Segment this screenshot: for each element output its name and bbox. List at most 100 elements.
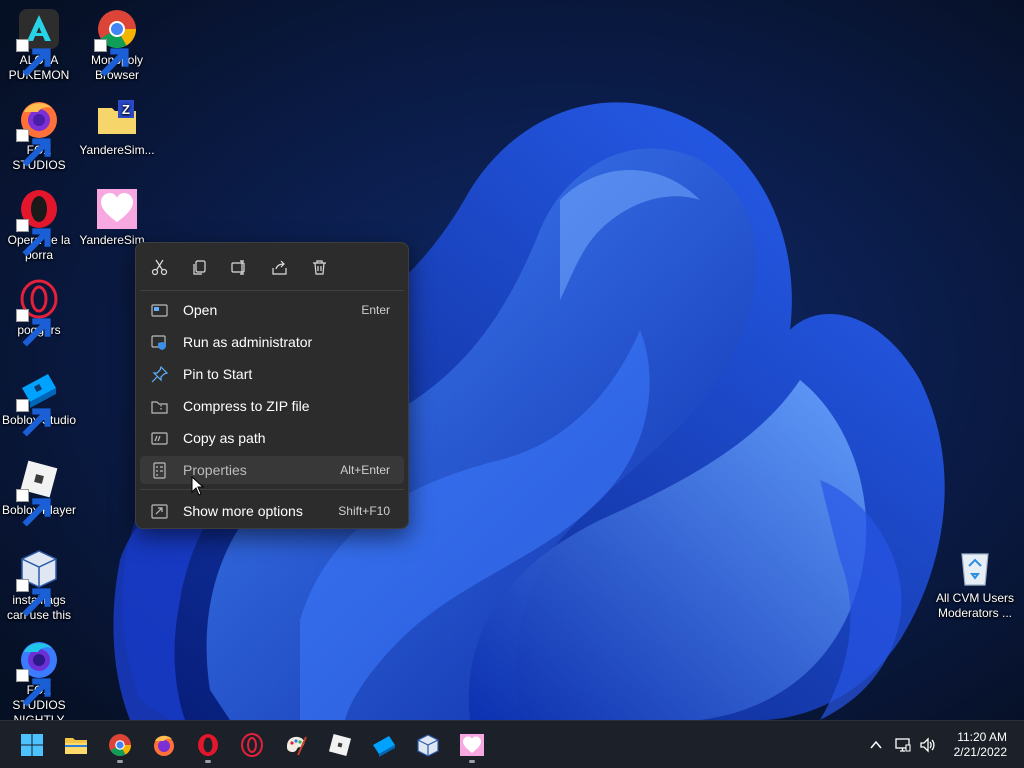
volume-icon: [920, 737, 935, 753]
roblox-player-icon: [328, 733, 352, 757]
desktop-icon-opera-de-la-porra[interactable]: Opera de la porra: [0, 188, 78, 263]
shortcut-arrow-icon: [16, 39, 51, 77]
running-indicator: [205, 760, 211, 763]
desktop-icon-fox-studios-nightly[interactable]: FOX STUDIOS NIGHTLY: [0, 638, 78, 728]
shortcut-arrow-icon: [16, 399, 51, 437]
menu-item-open[interactable]: Open Enter: [140, 296, 404, 324]
menu-separator: [140, 290, 404, 291]
menu-item-label: Pin to Start: [183, 366, 253, 382]
heart-app-icon: [460, 734, 484, 756]
delete-icon: [312, 259, 326, 275]
menu-item-shortcut: Alt+Enter: [340, 463, 390, 477]
menu-item-label: Compress to ZIP file: [183, 398, 310, 414]
taskbar-chrome[interactable]: [100, 725, 140, 765]
shortcut-arrow-icon: [16, 669, 51, 707]
clock-time: 11:20 AM: [957, 730, 1007, 744]
shortcut-arrow-icon: [16, 129, 51, 167]
taskbar-opera-gx[interactable]: [232, 725, 272, 765]
shortcut-arrow-icon: [94, 39, 129, 77]
desktop-icon-monopoly-browser[interactable]: Monopoly Browser: [78, 8, 156, 83]
taskbar-file-explorer[interactable]: [56, 725, 96, 765]
menu-item-pin-to-start[interactable]: Pin to Start: [140, 360, 404, 388]
clock[interactable]: 11:20 AM 2/21/2022: [937, 730, 1007, 760]
shortcut-arrow-icon: [16, 219, 51, 257]
show-hidden-icons-button[interactable]: [866, 735, 886, 755]
context-menu-toolbar: [136, 243, 408, 289]
menu-item-label: Show more options: [183, 503, 303, 519]
cut-icon: [151, 259, 167, 275]
desktop-icon-yandere-heart[interactable]: YandereSim...: [78, 188, 156, 248]
taskbar-roblox-player[interactable]: [320, 725, 360, 765]
firefox-icon: [154, 735, 174, 756]
menu-item-label: Copy as path: [183, 430, 266, 446]
copy-icon: [192, 259, 206, 275]
shortcut-arrow-icon: [16, 489, 51, 527]
network-tray-button[interactable]: [893, 735, 913, 755]
file-explorer-icon: [65, 738, 87, 754]
taskbar-heart-app[interactable]: [452, 725, 492, 765]
taskbar-virtualbox[interactable]: [408, 725, 448, 765]
copy-button[interactable]: [185, 255, 213, 279]
virtualbox-icon: [417, 734, 439, 757]
shortcut-arrow-icon: [16, 309, 51, 347]
zip-folder-icon: Z: [98, 100, 136, 134]
start-button[interactable]: [12, 725, 52, 765]
taskbar-opera[interactable]: [188, 725, 228, 765]
desktop-icon-fox-studios[interactable]: FOX STUDIOS: [0, 98, 78, 173]
recycle-bin-icon: [961, 553, 989, 586]
svg-text:Z: Z: [122, 102, 130, 117]
mouse-cursor-icon: [191, 476, 205, 496]
opera-icon: [198, 734, 218, 756]
taskbar-roblox-studio[interactable]: [364, 725, 404, 765]
desktop-icon-boblox-player[interactable]: Boblox Player: [0, 458, 78, 527]
more-options-icon: [150, 503, 168, 519]
taskbar-firefox[interactable]: [144, 725, 184, 765]
running-indicator: [469, 760, 475, 763]
volume-tray-button[interactable]: [918, 735, 938, 755]
desktop-icon-alola-pukemon[interactable]: ALOLA PUKEMON: [0, 8, 78, 83]
running-indicator: [117, 760, 123, 763]
chevron-up-icon: [870, 740, 882, 749]
menu-item-label: Properties: [183, 462, 247, 478]
copy-path-icon: [150, 431, 168, 445]
paint-icon: [287, 736, 307, 756]
rename-icon: [230, 259, 245, 275]
delete-button[interactable]: [305, 255, 333, 279]
desktop-icon-label: All CVM Users Moderators ...: [936, 591, 1015, 620]
zip-icon: [150, 400, 168, 414]
desktop-icon-boblox-studio[interactable]: Boblox Studio: [0, 368, 78, 437]
admin-shield-icon: [150, 334, 166, 350]
menu-item-run-as-administrator[interactable]: Run as administrator: [140, 328, 404, 356]
menu-item-label: Open: [183, 302, 218, 318]
rename-button[interactable]: [225, 255, 253, 279]
menu-separator: [140, 489, 404, 490]
heart-app-icon: [97, 189, 137, 229]
menu-item-copy-as-path[interactable]: Copy as path: [140, 424, 404, 452]
taskbar-paint[interactable]: [276, 725, 316, 765]
desktop-icon-installfags[interactable]: installfags can use this: [0, 548, 78, 623]
share-icon: [271, 260, 287, 275]
pin-icon: [151, 365, 168, 382]
opera-gx-icon: [241, 733, 263, 757]
desktop-icon-yandere-zip[interactable]: Z YandereSim...: [78, 98, 156, 158]
taskbar: 11:20 AM 2/21/2022: [0, 720, 1024, 768]
desktop-icon-poggers[interactable]: poggers: [0, 278, 78, 347]
shortcut-arrow-icon: [16, 579, 51, 617]
menu-item-compress-to-zip[interactable]: Compress to ZIP file: [140, 392, 404, 420]
cut-button[interactable]: [145, 255, 173, 279]
properties-icon: [152, 461, 166, 479]
roblox-studio-icon: [373, 736, 395, 757]
desktop-icon-label: YandereSim...: [79, 143, 155, 157]
context-menu: Open Enter Run as administrator Pin to S…: [135, 242, 409, 529]
clock-date: 2/21/2022: [953, 745, 1007, 759]
open-icon: [150, 303, 168, 317]
share-button[interactable]: [265, 255, 293, 279]
menu-item-properties[interactable]: Properties Alt+Enter: [140, 456, 404, 484]
menu-item-label: Run as administrator: [183, 334, 313, 350]
chrome-icon: [109, 734, 131, 756]
start-icon: [21, 734, 43, 756]
menu-item-show-more-options[interactable]: Show more options Shift+F10: [140, 497, 404, 525]
network-icon: [895, 738, 911, 752]
menu-item-shortcut: Enter: [361, 303, 390, 317]
desktop-icon-recycle-bin[interactable]: All CVM Users Moderators ...: [936, 546, 1014, 621]
